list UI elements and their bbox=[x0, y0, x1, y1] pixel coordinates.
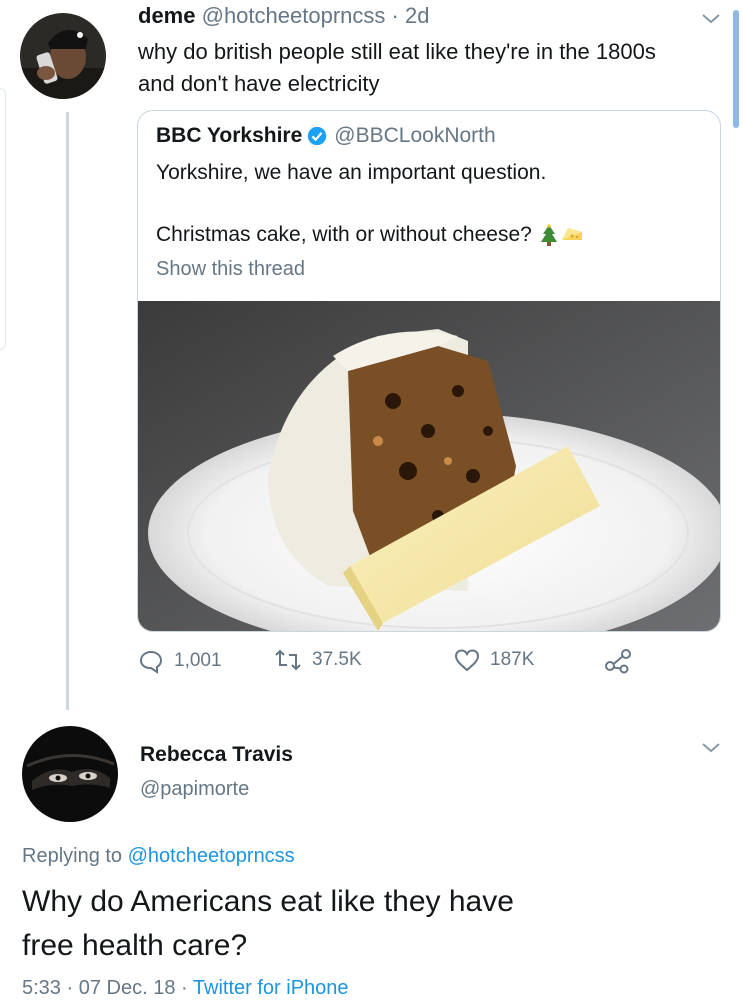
tweet-age[interactable]: 2d bbox=[405, 3, 429, 28]
reply-count: 1,001 bbox=[174, 650, 222, 671]
reply-author-handle[interactable]: @papimorte bbox=[140, 778, 249, 801]
tweet-text-line: why do british people still eat like the… bbox=[138, 39, 656, 64]
reply-source-link[interactable]: Twitter for iPhone bbox=[193, 977, 349, 999]
like-action[interactable]: 187K bbox=[454, 648, 534, 672]
chevron-down-icon[interactable] bbox=[700, 11, 722, 27]
separator: · bbox=[391, 3, 399, 28]
reply-time: 5:33 bbox=[22, 977, 61, 999]
quoted-author-name: BBC Yorkshire bbox=[156, 124, 303, 147]
verified-badge-icon bbox=[308, 126, 327, 146]
share-icon bbox=[605, 649, 631, 674]
avatar[interactable] bbox=[20, 13, 106, 99]
cheese-icon bbox=[561, 228, 582, 240]
show-thread-link[interactable]: Show this thread bbox=[156, 258, 305, 281]
reply-action[interactable]: 1,001 bbox=[138, 648, 222, 674]
retweet-count: 37.5K bbox=[312, 649, 362, 670]
tweet-text: why do british people still eat like the… bbox=[138, 36, 718, 100]
retweet-action[interactable]: 37.5K bbox=[274, 648, 362, 672]
tweet-header: deme @hotcheetoprncss · 2d bbox=[138, 3, 429, 29]
tweet-actions-bar: 1,001 37.5K 187K bbox=[138, 648, 698, 682]
quoted-tweet-text-line: Yorkshire, we have an important question… bbox=[156, 161, 547, 184]
quoted-tweet-text-line: Christmas cake, with or without cheese? bbox=[156, 223, 584, 247]
reply-metadata: 5:33 · 07 Dec. 18 · Twitter for iPhone bbox=[22, 977, 349, 1000]
reply-text-line: Why do Americans eat like they have bbox=[22, 885, 514, 918]
author-name[interactable]: deme bbox=[138, 3, 195, 28]
emoji-group bbox=[540, 224, 584, 246]
reply-text-line: free health care? bbox=[22, 929, 248, 962]
retweet-icon bbox=[275, 649, 301, 671]
tweet-text-line: and don't have electricity bbox=[138, 71, 380, 96]
share-action[interactable] bbox=[604, 648, 632, 674]
like-count: 187K bbox=[490, 649, 535, 670]
reply-icon bbox=[139, 650, 163, 674]
thread-connector-line bbox=[66, 112, 69, 710]
quoted-tweet-header: BBC Yorkshire @BBCLookNorth bbox=[156, 124, 496, 148]
christmas-tree-icon bbox=[540, 224, 557, 246]
author-handle[interactable]: @hotcheetoprncss bbox=[202, 3, 386, 28]
quoted-author-handle: @BBCLookNorth bbox=[334, 124, 496, 147]
reply-text: Why do Americans eat like they have free… bbox=[22, 880, 712, 968]
quoted-tweet-card[interactable]: BBC Yorkshire @BBCLookNorth Yorkshire, w… bbox=[137, 110, 721, 632]
replying-to: Replying to @hotcheetoprncss bbox=[22, 845, 295, 868]
reply-author-name[interactable]: Rebecca Travis bbox=[140, 743, 293, 767]
quoted-tweet-question: Christmas cake, with or without cheese? bbox=[156, 223, 532, 246]
scroll-indicator[interactable] bbox=[733, 10, 739, 128]
heart-icon bbox=[454, 649, 480, 672]
chevron-down-icon[interactable] bbox=[700, 740, 722, 756]
separator: · bbox=[181, 977, 188, 999]
reply-date: 07 Dec. 18 bbox=[78, 977, 176, 999]
left-edge-card bbox=[0, 88, 6, 350]
reply-avatar[interactable] bbox=[22, 726, 118, 822]
christmas-cake-photo[interactable] bbox=[138, 301, 721, 632]
separator: · bbox=[66, 977, 74, 999]
replying-to-handle-link[interactable]: @hotcheetoprncss bbox=[128, 845, 295, 867]
replying-to-label: Replying to bbox=[22, 845, 123, 867]
